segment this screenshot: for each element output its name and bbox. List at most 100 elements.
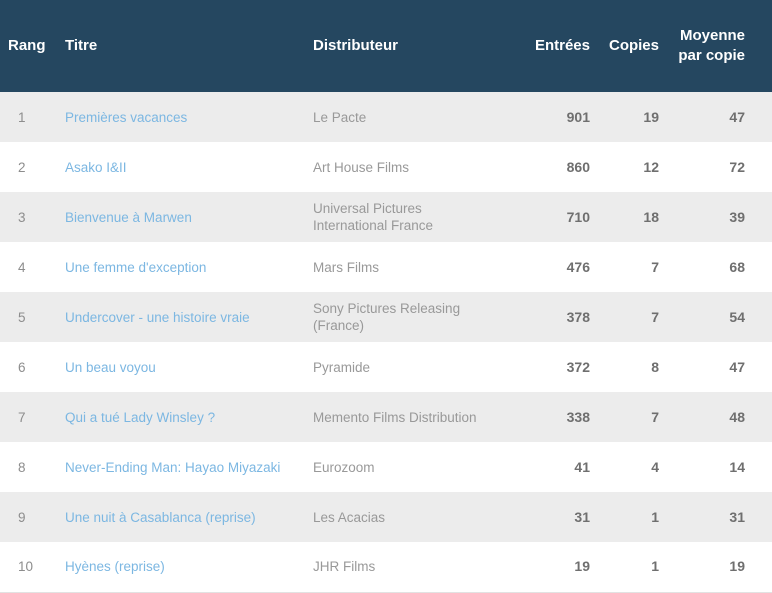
cell-moyenne-par-copie: 19: [663, 542, 772, 593]
cell-rang: 2: [18, 159, 26, 175]
distributor-line: Sony Pictures Releasing: [313, 301, 461, 316]
film-title-link[interactable]: Undercover - une histoire vraie: [65, 310, 250, 325]
cell-entrees: 338: [566, 408, 590, 425]
cell-titre: Undercover - une histoire vraie: [57, 292, 312, 342]
cell-distributeur: Sony Pictures Releasing (France): [312, 292, 520, 342]
cell-entrees: 31: [574, 508, 590, 525]
film-title-link[interactable]: Hyènes (reprise): [65, 559, 165, 574]
column-header-titre: Titre: [65, 37, 98, 54]
cell-entrees: 476: [566, 258, 590, 275]
cell-rang: 6: [18, 359, 26, 375]
cell-distributeur: Le Pacte: [312, 92, 520, 142]
distributor-line: Art House Films: [313, 159, 410, 175]
table-row: 9 Une nuit à Casablanca (reprise) Les Acac…: [0, 492, 772, 542]
table-row: 10 Hyènes (reprise) JHR Films 19 1 19: [0, 542, 772, 593]
cell-titre: Un beau voyou: [57, 342, 312, 392]
film-title-link[interactable]: Bienvenue à Marwen: [65, 210, 192, 225]
cell-copies: 1: [651, 508, 659, 525]
cell-distributeur: Eurozoom: [312, 442, 520, 492]
cell-copies: 7: [651, 258, 659, 275]
cell-rang: 4: [18, 259, 26, 275]
cell-copies: 8: [651, 358, 659, 375]
cell-moyenne-par-copie: 14: [729, 458, 745, 475]
cell-copies: 7: [651, 408, 659, 425]
cell-distributeur: Mars Films: [312, 242, 520, 292]
cell-rang: 3: [18, 209, 26, 225]
cell-titre: Bienvenue à Marwen: [57, 192, 312, 242]
cell-rang: 9: [18, 509, 26, 525]
table-row: 7 Qui a tué Lady Winsley ? Memento Films D…: [0, 392, 772, 442]
table-row: 8 Never-Ending Man: Hayao Miyazaki Eurozoo…: [0, 442, 772, 492]
cell-moyenne-par-copie: 68: [729, 258, 745, 275]
cell-entrees: 372: [566, 358, 590, 375]
table-row: 2 Asako I&II Art House Films 860 12 72: [0, 142, 772, 192]
column-header-moyenne-line1: Moyenne: [679, 27, 745, 44]
film-title-link[interactable]: Une nuit à Casablanca (reprise): [65, 510, 256, 525]
table-row: 3 Bienvenue à Marwen Universal Pictures Int…: [0, 192, 772, 242]
cell-moyenne-par-copie: 48: [729, 408, 745, 425]
cell-distributeur: Pyramide: [312, 342, 520, 392]
cell-rang: 8: [18, 459, 26, 475]
cell-distributeur: Universal Pictures International France: [312, 192, 520, 242]
cell-moyenne-par-copie: 47: [729, 358, 745, 375]
table-body: 1 Premières vacances Le Pacte 901 19 47 2 Asako…: [0, 92, 772, 593]
distributor-line: Pyramide: [313, 359, 371, 375]
cell-entrees: 19: [520, 542, 590, 593]
distributor-line: Eurozoom: [313, 459, 375, 475]
film-title-link[interactable]: Asako I&II: [65, 160, 127, 175]
cell-moyenne-par-copie: 72: [729, 158, 745, 175]
cell-copies: 12: [643, 158, 659, 175]
cell-entrees: 901: [566, 108, 590, 125]
cell-rang: 1: [18, 109, 26, 125]
cell-copies: 7: [651, 308, 659, 325]
cell-rang: 5: [18, 309, 26, 325]
distributor-line: International France: [313, 218, 434, 233]
distributor-line: JHR Films: [313, 559, 376, 575]
cell-distributeur: Art House Films: [312, 142, 520, 192]
cell-entrees: 860: [566, 158, 590, 175]
cell-rang: 10: [0, 542, 57, 593]
film-title-link[interactable]: Premières vacances: [65, 110, 187, 125]
column-header-rang: Rang: [8, 37, 46, 54]
cell-titre: Une nuit à Casablanca (reprise): [57, 492, 312, 542]
column-header-distributeur: Distributeur: [313, 37, 399, 54]
cell-moyenne-par-copie: 31: [729, 508, 745, 525]
cell-entrees: 41: [574, 458, 590, 475]
cell-titre: Never-Ending Man: Hayao Miyazaki: [57, 442, 312, 492]
box-office-table: Rang Titre Distributeur Entrées Copies M…: [0, 0, 772, 593]
header-row: Rang Titre Distributeur Entrées Copies M…: [0, 0, 772, 92]
cell-distributeur: Memento Films Distribution: [312, 392, 520, 442]
distributor-line: Les Acacias: [313, 509, 386, 525]
cell-moyenne-par-copie: 39: [729, 208, 745, 225]
cell-titre: Qui a tué Lady Winsley ?: [57, 392, 312, 442]
cell-distributeur: Les Acacias: [312, 492, 520, 542]
film-title-link[interactable]: Une femme d'exception: [65, 260, 206, 275]
cell-moyenne-par-copie: 54: [729, 308, 745, 325]
column-header-moyenne-par-copie: Moyenne par copie: [663, 0, 772, 92]
cell-copies: 4: [651, 458, 659, 475]
cell-rang: 7: [18, 409, 26, 425]
cell-titre: Premières vacances: [57, 92, 312, 142]
distributor-line: Memento Films Distribution: [313, 409, 477, 425]
column-header-entrees: Entrées: [534, 37, 590, 54]
table-row: 6 Un beau voyou Pyramide 372 8 47: [0, 342, 772, 392]
distributor-line: Universal Pictures: [313, 201, 422, 216]
cell-copies: 1: [590, 542, 663, 593]
column-header-copies: Copies: [608, 37, 659, 54]
cell-moyenne-par-copie: 47: [729, 108, 745, 125]
distributor-line: Le Pacte: [313, 109, 367, 125]
cell-titre: Une femme d'exception: [57, 242, 312, 292]
cell-entrees: 378: [566, 308, 590, 325]
film-title-link[interactable]: Un beau voyou: [65, 360, 156, 375]
cell-entrees: 710: [566, 208, 590, 225]
table-header: Rang Titre Distributeur Entrées Copies M…: [0, 0, 772, 92]
cell-titre: Hyènes (reprise): [57, 542, 312, 593]
film-title-link[interactable]: Qui a tué Lady Winsley ?: [65, 410, 215, 425]
cell-copies: 18: [643, 208, 659, 225]
cell-copies: 19: [643, 108, 659, 125]
cell-titre: Asako I&II: [57, 142, 312, 192]
table-row: 4 Une femme d'exception Mars Films 476 7 68: [0, 242, 772, 292]
distributor-line: Mars Films: [313, 259, 379, 275]
distributor-line: (France): [313, 318, 365, 333]
film-title-link[interactable]: Never-Ending Man: Hayao Miyazaki: [65, 460, 280, 475]
